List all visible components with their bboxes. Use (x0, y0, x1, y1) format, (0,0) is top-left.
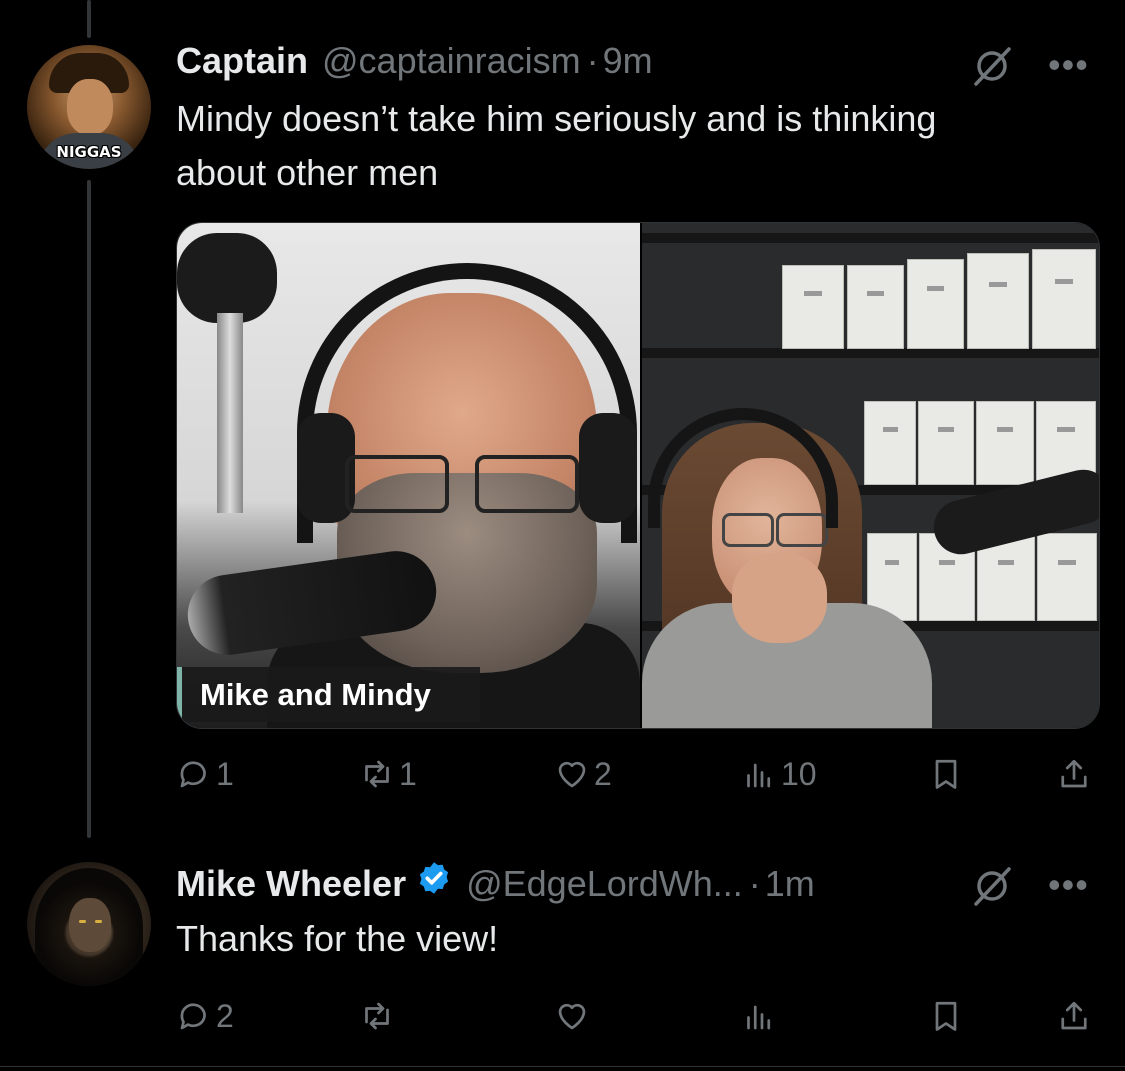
bookmark-icon (935, 1001, 957, 1031)
storage-box (976, 401, 1034, 485)
grok-icon[interactable] (970, 44, 1014, 88)
post-header: Captain @captainracism · 9m (176, 40, 653, 82)
display-name[interactable]: Captain (176, 40, 308, 82)
grok-icon[interactable] (970, 864, 1014, 908)
action-bar: 1 1 2 10 (176, 752, 1096, 796)
post-header: Mike Wheeler @EdgeLordWh... · 1m (176, 860, 815, 905)
reply-icon (180, 761, 206, 788)
storage-box (782, 265, 844, 349)
mic-arm (177, 233, 277, 323)
reply-icon (180, 1003, 206, 1030)
storage-box (864, 401, 916, 485)
repost-button[interactable]: 1 (359, 752, 417, 796)
avatar-caption: NIGGAS (56, 143, 122, 161)
more-icon[interactable]: ••• (1048, 44, 1089, 86)
views-icon (747, 1005, 771, 1030)
avatar-eye (95, 920, 102, 923)
like-button[interactable]: 2 (554, 752, 612, 796)
action-bar: 2 (176, 994, 1096, 1038)
repost-count: 1 (399, 755, 417, 792)
post-text: Thanks for the view! (176, 918, 499, 959)
display-name[interactable]: Mike Wheeler (176, 863, 406, 905)
glasses-right (475, 455, 579, 513)
like-button[interactable] (554, 994, 594, 1038)
storage-box (1032, 249, 1096, 349)
heart-icon (558, 1003, 586, 1030)
views-count: 10 (781, 755, 817, 792)
share-button[interactable] (1056, 752, 1092, 796)
more-icon[interactable]: ••• (1048, 864, 1089, 906)
timestamp[interactable]: 9m (603, 40, 653, 82)
media-label: Mike and Mindy (177, 667, 480, 722)
repost-icon (365, 760, 389, 788)
timestamp[interactable]: 1m (765, 863, 815, 905)
repost-icon (365, 1002, 389, 1030)
hand (732, 553, 827, 643)
media-label-text: Mike and Mindy (200, 677, 431, 712)
avatar[interactable]: NIGGAS (27, 45, 151, 169)
glasses-left (345, 455, 449, 513)
bookmark-button[interactable] (928, 752, 964, 796)
storage-box (967, 253, 1029, 349)
reply-button[interactable]: 2 (176, 994, 234, 1038)
views-icon (747, 763, 771, 788)
bookmark-icon (935, 759, 957, 789)
share-button[interactable] (1056, 994, 1092, 1038)
share-icon (1061, 759, 1087, 788)
avatar[interactable] (27, 862, 151, 986)
shelf (642, 348, 1099, 358)
video-pane-mindy (642, 223, 1099, 728)
avatar-eye (79, 920, 86, 923)
bookmark-button[interactable] (928, 994, 964, 1038)
thread-line-top (87, 0, 91, 38)
video-pane-mike: Mike and Mindy (177, 223, 640, 728)
repost-button[interactable] (359, 994, 399, 1038)
heart-icon (558, 761, 586, 788)
reply-count: 2 (216, 997, 234, 1034)
avatar-face (69, 898, 111, 952)
shelf (642, 233, 1099, 243)
post-media[interactable]: Mike and Mindy (176, 222, 1100, 729)
reply-count: 1 (216, 755, 234, 792)
storage-box (1037, 533, 1097, 621)
handle[interactable]: @captainracism (322, 40, 581, 82)
storage-box (907, 259, 964, 349)
thread-line (87, 180, 91, 838)
divider (0, 1066, 1125, 1067)
earcup-right (579, 413, 637, 523)
storage-box (918, 401, 974, 485)
like-count: 2 (594, 755, 612, 792)
avatar-face (67, 79, 113, 135)
views-button[interactable] (741, 994, 781, 1038)
storage-box (847, 265, 904, 349)
reply-button[interactable]: 1 (176, 752, 234, 796)
headphones (648, 408, 838, 528)
separator: · (586, 40, 599, 81)
separator: · (748, 863, 761, 904)
verified-badge-icon[interactable] (416, 860, 452, 896)
share-icon (1061, 1001, 1087, 1030)
handle[interactable]: @EdgeLordWh... (466, 863, 743, 905)
post-text: Mindy doesn’t take him seriously and is … (176, 98, 937, 193)
views-button[interactable]: 10 (741, 752, 817, 796)
mic-pole (217, 313, 243, 513)
